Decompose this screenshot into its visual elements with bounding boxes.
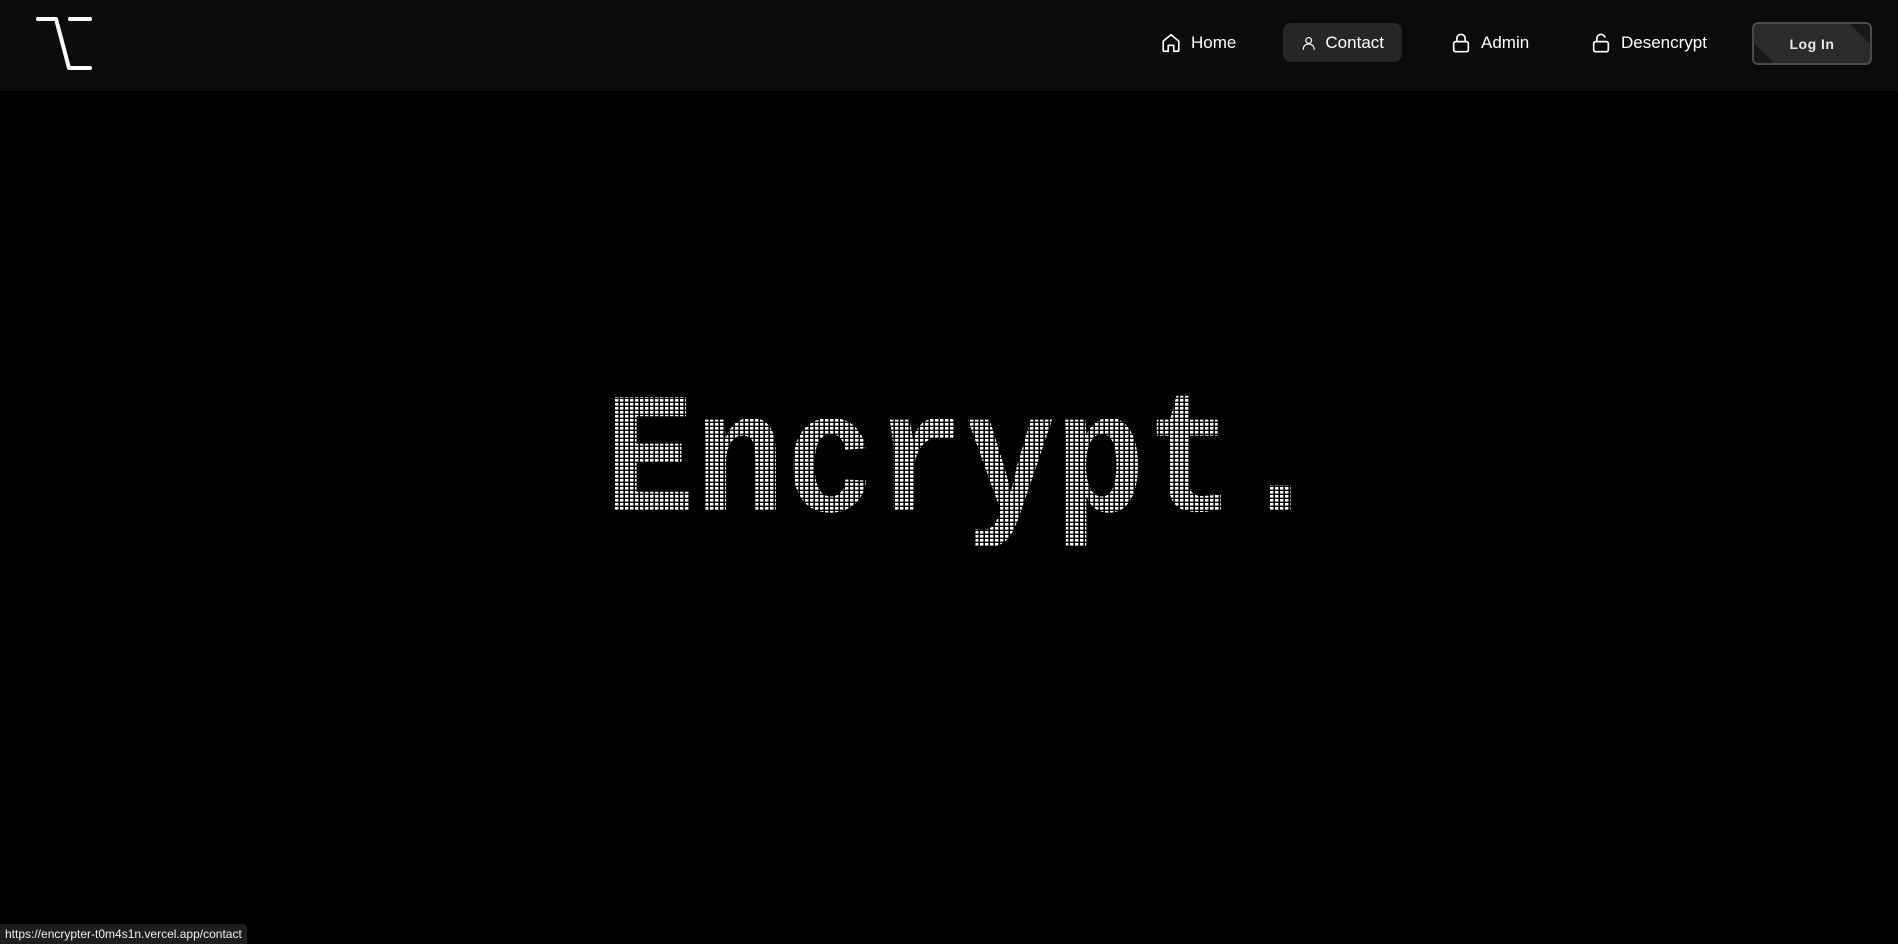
nav-contact-label: Contact — [1325, 32, 1384, 52]
login-button-label: Log In — [1789, 35, 1835, 52]
nav-desencrypt[interactable]: Desencrypt — [1572, 23, 1725, 62]
nav-home[interactable]: Home — [1142, 23, 1254, 62]
nav-admin[interactable]: Admin — [1432, 23, 1547, 62]
status-bar-url: https://encrypter-t0m4s1n.vercel.app/con… — [0, 924, 247, 944]
user-icon — [1302, 36, 1315, 50]
nav-desencrypt-label: Desencrypt — [1621, 32, 1707, 52]
lock-icon — [1452, 32, 1470, 53]
nav-admin-label: Admin — [1481, 32, 1530, 52]
unlock-icon — [1592, 33, 1610, 53]
nav-contact[interactable]: Contact — [1283, 23, 1402, 62]
login-button[interactable]: Log In — [1752, 22, 1872, 65]
hero-section: Encrypt. — [0, 91, 1898, 944]
hero-title: Encrypt. — [605, 367, 1325, 563]
hero-title-graphic: Encrypt. — [605, 367, 1325, 563]
nav-home-label: Home — [1191, 32, 1237, 52]
home-icon — [1162, 33, 1180, 52]
lambda-logo-icon[interactable] — [36, 16, 92, 72]
top-navbar: Home Contact Admin Desencrypt Log In — [0, 0, 1898, 91]
